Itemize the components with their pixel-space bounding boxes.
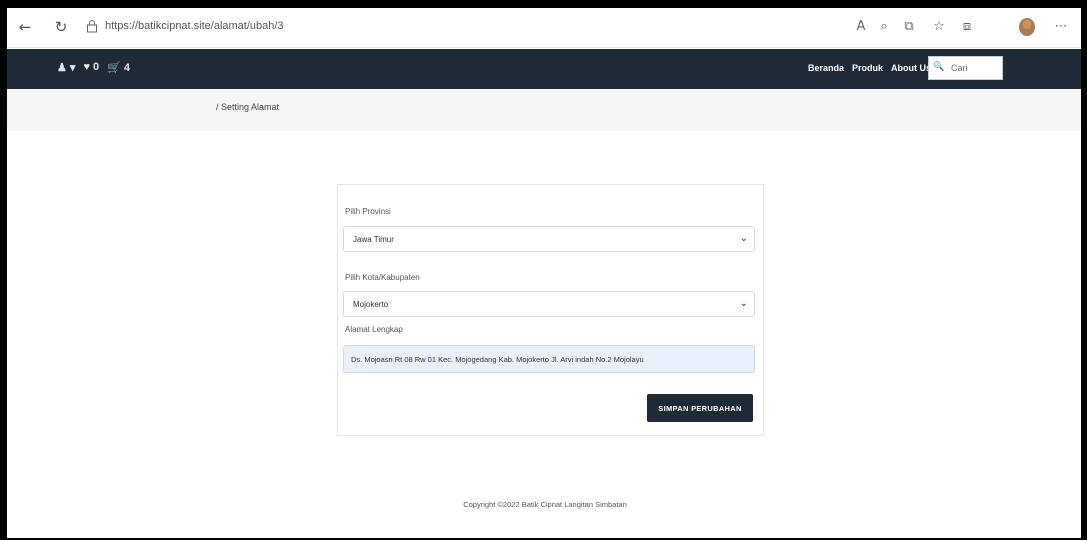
browser-window: ← ↻ https://batikcipnat.site/alamat/ubah… (7, 8, 1081, 538)
province-label: Pilih Provinsi (345, 207, 391, 216)
address-value: Ds. Mojoasri Rt 08 Rw 01 Kec. Mojogedang… (351, 355, 644, 364)
favorites-icon[interactable]: ☆ (931, 19, 947, 35)
back-arrow-icon[interactable]: ← (16, 18, 34, 36)
address-form-card: Pilih Provinsi Jawa Timur ⌄ Pilih Kota/K… (337, 184, 764, 436)
wishlist-count[interactable]: ♥ 0 (83, 61, 99, 74)
province-value: Jawa Timur (353, 235, 394, 244)
address-label: Alamat Lengkap (345, 325, 403, 334)
cart-count[interactable]: 🛒 4 (107, 61, 130, 74)
search-box[interactable]: 🔍 (928, 56, 1003, 80)
site-navbar: ♟ ▾ ♥ 0 🛒 4 Beranda Produk About Us (7, 49, 1081, 89)
read-aloud-icon[interactable]: A (853, 19, 869, 35)
chevron-down-icon: ⌄ (739, 298, 748, 309)
copyright-text: Copyright ©2022 Batik Cipnat Langitan Si… (463, 500, 627, 509)
search-icon: 🔍 (933, 61, 945, 71)
lock-icon (87, 20, 97, 33)
profile-avatar[interactable] (1019, 18, 1035, 36)
navbar-links: Beranda Produk About Us (808, 63, 931, 73)
more-menu-icon[interactable]: ⋯ (1053, 19, 1069, 35)
city-select[interactable]: Mojokerto ⌄ (343, 291, 755, 317)
user-dropdown[interactable]: ♟ ▾ (57, 61, 75, 74)
breadcrumb-bar: / Setting Alamat (7, 89, 1081, 131)
search-input[interactable] (951, 60, 999, 76)
navbar-user-menu: ♟ ▾ ♥ 0 🛒 4 (57, 61, 130, 74)
nav-link-about[interactable]: About Us (891, 63, 931, 73)
address-bar[interactable]: https://batikcipnat.site/alamat/ubah/3 (105, 20, 284, 32)
breadcrumb: / Setting Alamat (216, 102, 280, 112)
reload-icon[interactable]: ↻ (52, 18, 70, 36)
extensions-icon[interactable]: ⧉ (901, 19, 917, 35)
nav-link-produk[interactable]: Produk (852, 63, 883, 73)
save-button[interactable]: SIMPAN PERUBAHAN (647, 394, 753, 422)
city-value: Mojokerto (353, 300, 389, 309)
chevron-down-icon: ⌄ (739, 233, 748, 244)
browser-toolbar: ← ↻ https://batikcipnat.site/alamat/ubah… (7, 8, 1081, 48)
zoom-icon[interactable]: ⌕ (876, 19, 892, 35)
nav-link-beranda[interactable]: Beranda (808, 63, 844, 73)
collections-icon[interactable]: ⧈ (959, 19, 975, 35)
province-select[interactable]: Jawa Timur ⌄ (343, 226, 755, 252)
city-label: Pilih Kota/Kabupaten (345, 273, 420, 282)
address-field[interactable]: Ds. Mojoasri Rt 08 Rw 01 Kec. Mojogedang… (343, 345, 755, 373)
footer: Copyright ©2022 Batik Cipnat Langitan Si… (7, 500, 1081, 509)
